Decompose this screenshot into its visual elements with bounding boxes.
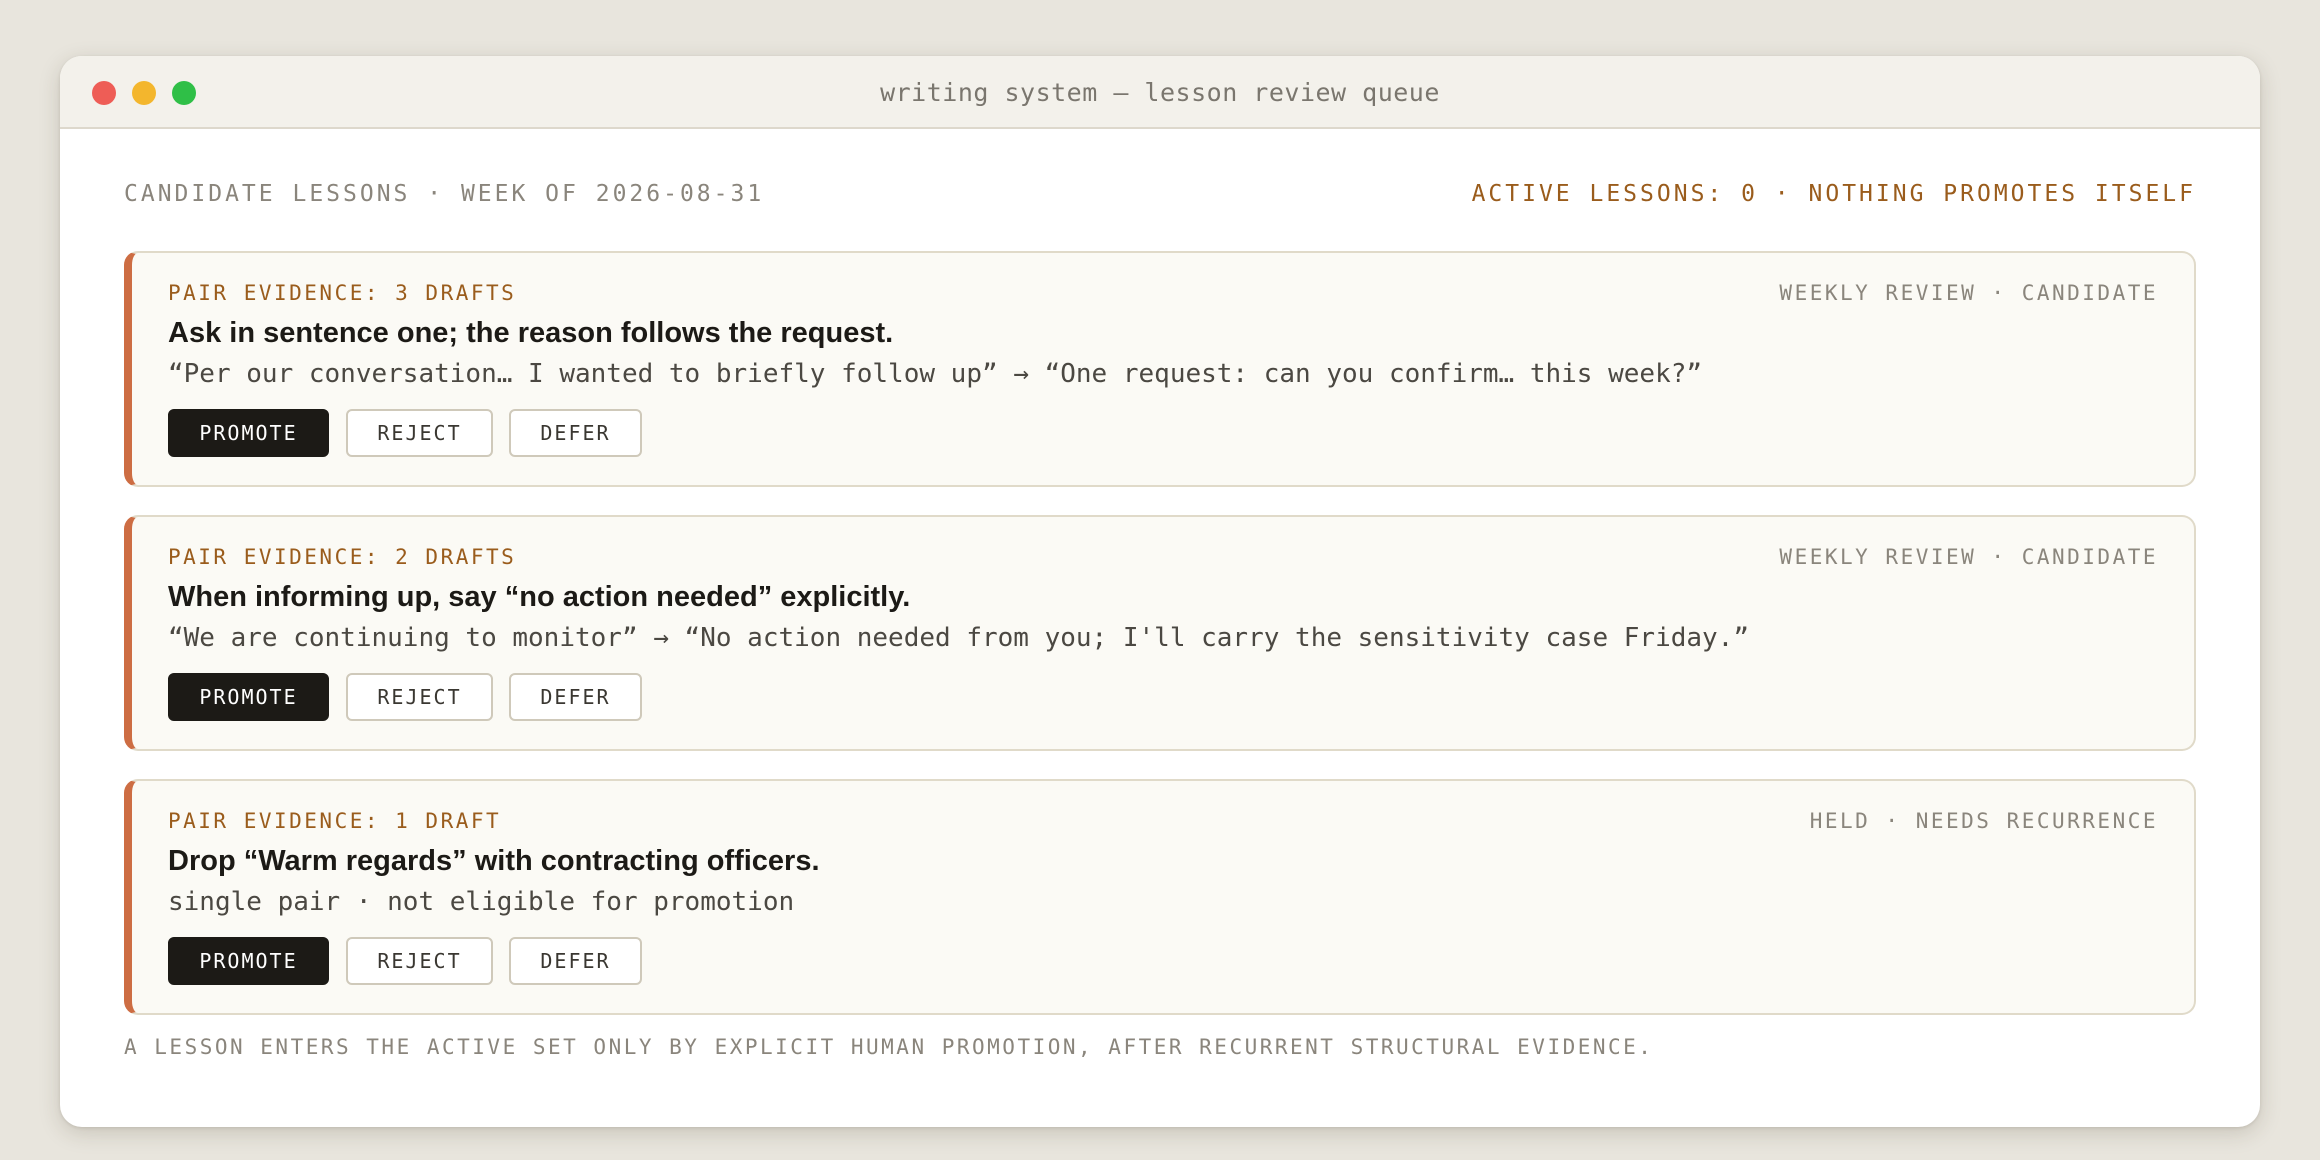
promotion-policy-note: A LESSON ENTERS THE ACTIVE SET ONLY BY E… bbox=[124, 1035, 1654, 1059]
review-queue: CANDIDATE LESSONS · WEEK OF 2026-08-31 A… bbox=[124, 129, 2196, 1059]
window-title: writing system — lesson review queue bbox=[880, 78, 1440, 107]
queue-header: CANDIDATE LESSONS · WEEK OF 2026-08-31 A… bbox=[124, 129, 2196, 251]
pair-evidence-label: PAIR EVIDENCE: 2 DRAFTS bbox=[168, 545, 517, 569]
lesson-card: PAIR EVIDENCE: 3 DRAFTS WEEKLY REVIEW · … bbox=[124, 251, 2196, 487]
reject-button[interactable]: REJECT bbox=[346, 673, 493, 721]
lesson-example: “Per our conversation… I wanted to brief… bbox=[168, 359, 1703, 389]
queue-heading: CANDIDATE LESSONS · WEEK OF 2026-08-31 bbox=[124, 181, 765, 207]
reject-button[interactable]: REJECT bbox=[346, 409, 493, 457]
promote-button[interactable]: PROMOTE bbox=[168, 937, 329, 985]
lesson-status: HELD · NEEDS RECURRENCE bbox=[1809, 809, 2158, 833]
lesson-list: PAIR EVIDENCE: 3 DRAFTS WEEKLY REVIEW · … bbox=[124, 251, 2196, 1015]
lesson-title: Ask in sentence one; the reason follows … bbox=[168, 317, 894, 349]
lesson-example: “We are continuing to monitor” → “No act… bbox=[168, 623, 1749, 653]
defer-button[interactable]: DEFER bbox=[509, 409, 642, 457]
active-lessons-status: ACTIVE LESSONS: 0 · NOTHING PROMOTES ITS… bbox=[1471, 181, 2196, 207]
lesson-example: single pair · not eligible for promotion bbox=[168, 887, 795, 917]
title-bar: writing system — lesson review queue bbox=[60, 56, 2260, 129]
lesson-card: PAIR EVIDENCE: 1 DRAFT HELD · NEEDS RECU… bbox=[124, 779, 2196, 1015]
lesson-status: WEEKLY REVIEW · CANDIDATE bbox=[1779, 545, 2158, 569]
promote-button[interactable]: PROMOTE bbox=[168, 409, 329, 457]
reject-button[interactable]: REJECT bbox=[346, 937, 493, 985]
defer-button[interactable]: DEFER bbox=[509, 937, 642, 985]
defer-button[interactable]: DEFER bbox=[509, 673, 642, 721]
lesson-title: Drop “Warm regards” with contracting off… bbox=[168, 845, 820, 877]
lesson-card: PAIR EVIDENCE: 2 DRAFTS WEEKLY REVIEW · … bbox=[124, 515, 2196, 751]
promote-button[interactable]: PROMOTE bbox=[168, 673, 329, 721]
lesson-status: WEEKLY REVIEW · CANDIDATE bbox=[1779, 281, 2158, 305]
pair-evidence-label: PAIR EVIDENCE: 1 DRAFT bbox=[168, 809, 502, 833]
app-window: writing system — lesson review queue CAN… bbox=[60, 56, 2260, 1127]
pair-evidence-label: PAIR EVIDENCE: 3 DRAFTS bbox=[168, 281, 517, 305]
lesson-title: When informing up, say “no action needed… bbox=[168, 581, 911, 613]
